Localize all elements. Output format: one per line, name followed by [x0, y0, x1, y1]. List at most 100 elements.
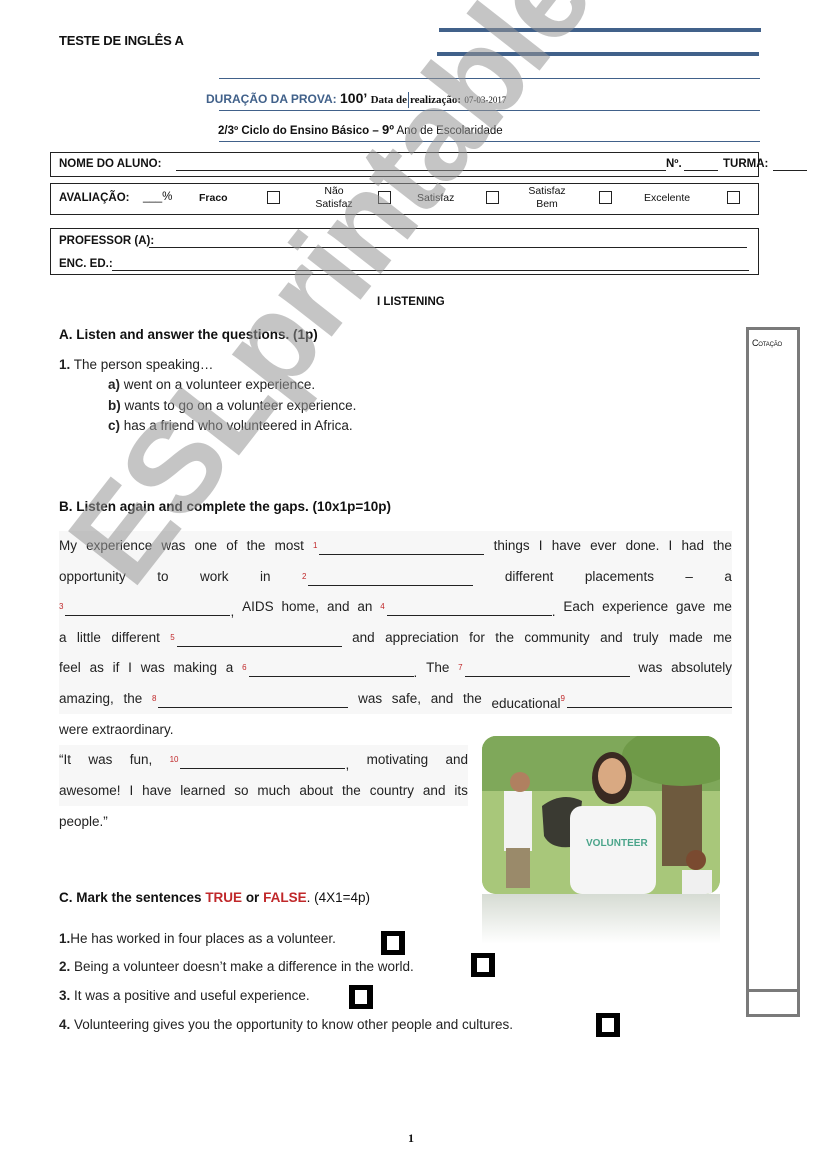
- part-c-heading-end: . (4X1=4p): [306, 890, 371, 905]
- gap-fill-line: awesome! Ihave learned so much about the countr…: [59, 775, 468, 806]
- gap-number: 6: [242, 663, 247, 672]
- word: to: [157, 568, 169, 584]
- gap-fill-last-line: were extraordinary.: [59, 722, 174, 737]
- word: “It: [59, 752, 71, 767]
- word: and: [445, 752, 468, 767]
- option-c[interactable]: c) has a friend who volunteered in Afric…: [108, 418, 353, 433]
- gap-blank-7[interactable]: [464, 663, 630, 677]
- word: a: [59, 629, 67, 645]
- word: country: [369, 782, 415, 798]
- eval-option-excelente-checkbox[interactable]: [727, 191, 740, 204]
- duration-label: DURAÇÃO DA PROVA:: [206, 92, 337, 106]
- tf-item-4-checkbox[interactable]: [596, 1013, 620, 1037]
- word: absolutely: [671, 660, 732, 675]
- student-name-field[interactable]: [176, 157, 666, 171]
- word: ever: [590, 538, 617, 553]
- option-c-text: has a friend who volunteered in Africa.: [120, 418, 353, 433]
- student-number-field[interactable]: [684, 157, 718, 171]
- gap-blank-1[interactable]: [319, 541, 485, 555]
- gap-1: 1: [313, 531, 485, 562]
- option-a[interactable]: a) went on a volunteer experience.: [108, 377, 315, 392]
- gap-blank-6[interactable]: [248, 663, 414, 677]
- gap-fill-line: amazing, the 8 was safe, and the educational9: [59, 683, 732, 714]
- word: fun,: [129, 752, 153, 767]
- gap-number: 4: [380, 602, 385, 611]
- eval-option-satisfaz-bem-checkbox[interactable]: [599, 191, 612, 204]
- gap-number: 8: [151, 693, 157, 703]
- gap-blank-3[interactable]: [65, 602, 231, 616]
- gap-number: 2: [301, 571, 307, 581]
- duration-value: 100’: [340, 90, 368, 106]
- gap-5: 5: [170, 623, 342, 654]
- header-decor-bar-bottom: [437, 52, 759, 56]
- option-b[interactable]: b) wants to go on a volunteer experience…: [108, 398, 356, 413]
- part-a-heading: A. Listen and answer the questions. (1p): [59, 327, 318, 342]
- duration-row: DURAÇÃO DA PROVA: 100’ Data de realização…: [206, 90, 506, 108]
- word: me: [713, 599, 732, 614]
- gap-blank-10[interactable]: [180, 755, 346, 769]
- word: done.: [625, 538, 660, 553]
- student-info-box: NOME DO ALUNO: Nº. TURMA:: [50, 152, 807, 177]
- gap-fill-quote: “It was fun, 10, motivating and awesome! Ihave l…: [59, 745, 468, 806]
- date-value: 07-03-2017: [464, 95, 507, 105]
- tf-item-2-text: Being a volunteer doesn’t make a differe…: [70, 959, 414, 974]
- gap-blank-5[interactable]: [176, 633, 342, 647]
- gap-blank-9[interactable]: [566, 694, 732, 708]
- gap-number: 7: [458, 663, 463, 672]
- word: and: [430, 690, 454, 706]
- eval-option-fraco-checkbox[interactable]: [267, 191, 280, 204]
- tf-item-1-num: 1.: [59, 931, 71, 946]
- true-word: TRUE: [205, 890, 243, 905]
- teacher-field[interactable]: [149, 234, 747, 248]
- score-column-label: Cotação: [752, 338, 782, 348]
- evaluation-percent: ___%: [143, 191, 173, 203]
- false-word: FALSE: [263, 890, 307, 905]
- part-c-heading-start: C. Mark the sentences: [59, 890, 206, 905]
- tf-item-2-checkbox[interactable]: [471, 953, 495, 977]
- volunteer-photo-reflection: [482, 894, 720, 944]
- student-number-label: Nº.: [666, 158, 682, 170]
- word: have: [142, 782, 172, 798]
- gap-blank-2[interactable]: [308, 572, 474, 586]
- word: much: [257, 782, 291, 798]
- gap-number: 10: [169, 755, 179, 764]
- gap-blank-4[interactable]: [386, 602, 552, 616]
- guardian-field[interactable]: [112, 257, 749, 271]
- tf-item-1-checkbox[interactable]: [381, 931, 405, 955]
- page-number: 1: [408, 1131, 414, 1145]
- gap-4: 4.: [380, 602, 556, 619]
- header-rule-2: [219, 110, 760, 111]
- gap-fill-line: feel as if Iwas making a 6. The 7 was absolutely: [59, 653, 732, 684]
- word: the: [342, 782, 361, 798]
- date-label-a: Data de: [370, 94, 407, 106]
- guardian-label: ENC. ED.:: [59, 258, 113, 270]
- word: My: [59, 538, 77, 553]
- tf-item-3-text: It was a positive and useful experience.: [70, 988, 310, 1003]
- eval-option-satisfaz-checkbox[interactable]: [486, 191, 499, 204]
- question-number: 1.: [59, 357, 71, 372]
- word: learned: [180, 782, 226, 798]
- student-name-label: NOME DO ALUNO:: [59, 158, 162, 170]
- gap-6: 6.: [242, 663, 418, 680]
- eval-option-nao-satisfaz-checkbox[interactable]: [378, 191, 391, 204]
- volunteer-photo-illustration: VOLUNTEER: [482, 736, 720, 894]
- word: most: [274, 538, 304, 553]
- word: different: [504, 568, 554, 584]
- part-c-heading: C. Mark the sentences TRUE or FALSE. (4X…: [59, 890, 370, 905]
- or-word: or: [242, 890, 264, 905]
- word: The: [426, 660, 450, 675]
- class-field[interactable]: [773, 157, 807, 171]
- word: the: [713, 538, 732, 553]
- word: community: [524, 629, 590, 645]
- gap-10: 10,: [169, 755, 350, 772]
- gap-blank-8[interactable]: [158, 694, 349, 708]
- shirt-text: VOLUNTEER: [586, 838, 648, 849]
- word: was: [358, 690, 383, 706]
- header-rule-3: [219, 141, 760, 142]
- class-label: TURMA:: [723, 158, 769, 170]
- tf-item-3-checkbox[interactable]: [349, 985, 373, 1009]
- gap-fill-line: 3, AIDS home, and an 4. Each experience gave me: [59, 592, 732, 623]
- gap-fill-paragraph: My experience was one of the most 1 things Ihave e…: [59, 531, 732, 714]
- word: gave: [676, 599, 706, 614]
- tf-item-2-num: 2.: [59, 959, 71, 974]
